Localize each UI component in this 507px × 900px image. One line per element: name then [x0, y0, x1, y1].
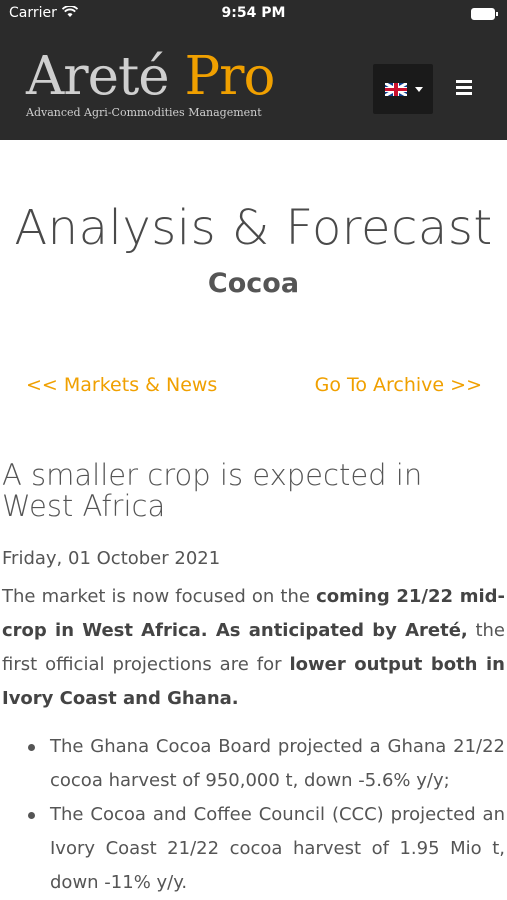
intro-text-1: The market is now focused on the [2, 586, 317, 607]
list-item: The Ghana Cocoa Board projected a Ghana … [0, 730, 507, 798]
logo-pro: Pro [184, 46, 276, 107]
logo-wordmark: Areté Pro [26, 50, 286, 103]
page-title: Analysis & Forecast [14, 200, 493, 256]
logo-tagline: Advanced Agri-Commodities Management [26, 106, 262, 119]
go-to-archive-link[interactable]: Go To Archive >> [315, 374, 482, 396]
article-intro: The market is now focused on the coming … [2, 580, 505, 716]
clock: 9:54 PM [221, 5, 286, 21]
app-header: Carrier 9:54 PM Areté Pro Advanced Agri-… [0, 0, 507, 140]
page-subtitle: Cocoa [207, 268, 300, 299]
markets-news-link[interactable]: << Markets & News [26, 374, 217, 396]
list-item: The Cocoa and Coffee Council (CCC) proje… [0, 798, 507, 900]
battery-icon [471, 8, 498, 20]
caret-down-icon [415, 87, 423, 92]
article-headline: A smaller crop is expected in West Afric… [2, 458, 423, 523]
article-date: Friday, 01 October 2021 [2, 548, 221, 569]
hamburger-menu-icon[interactable] [450, 78, 478, 100]
uk-flag-icon [385, 83, 407, 96]
status-bar: Carrier 9:54 PM [0, 0, 507, 28]
language-selector-button[interactable] [373, 64, 433, 114]
logo-arete: Areté [26, 46, 170, 107]
arete-pro-logo[interactable]: Areté Pro Advanced Agri-Commodities Mana… [26, 50, 286, 130]
article-bullet-list: The Ghana Cocoa Board projected a Ghana … [0, 730, 507, 900]
